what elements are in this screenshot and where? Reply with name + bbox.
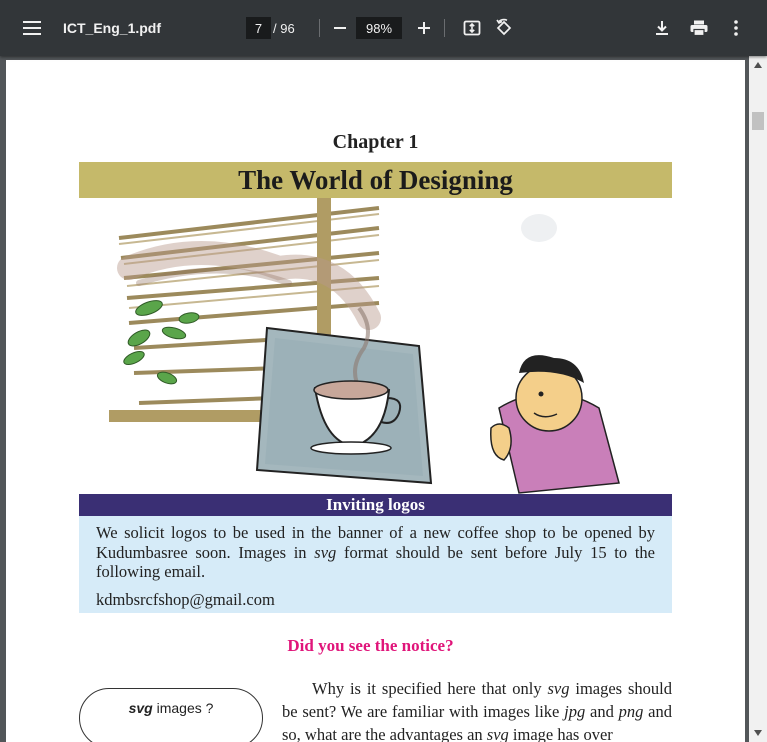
- body-paragraph: Why is it specified here that only svg i…: [282, 677, 672, 742]
- rotate-icon: [496, 18, 512, 36]
- notice-box: We solicit logos to be used in the banne…: [79, 516, 672, 613]
- rotate-button[interactable]: [490, 0, 518, 56]
- more-vertical-icon: [734, 20, 738, 36]
- section-question: Did you see the notice?: [287, 636, 454, 655]
- toolbar-divider: [319, 19, 320, 37]
- scroll-down-button[interactable]: [749, 726, 767, 740]
- scrollbar-thumb[interactable]: [752, 112, 764, 130]
- page-total: / 96: [273, 20, 295, 36]
- download-button[interactable]: [648, 0, 676, 56]
- download-icon: [656, 21, 668, 35]
- print-button[interactable]: [685, 0, 713, 56]
- coffee-illustration: [79, 198, 672, 494]
- menu-icon: [23, 21, 41, 35]
- zoom-in-button[interactable]: [410, 0, 438, 56]
- minus-icon: [334, 27, 346, 29]
- notice-heading: Inviting logos: [79, 494, 672, 516]
- paragraph-text: and: [585, 702, 619, 721]
- paragraph-text: Why is it specified here that only: [312, 679, 548, 698]
- pdf-toolbar: ICT_Eng_1.pdf / 96: [0, 0, 767, 56]
- menu-button[interactable]: [14, 0, 50, 56]
- scroll-up-button[interactable]: [749, 58, 767, 72]
- paragraph-emphasis: svg: [547, 679, 570, 698]
- plus-icon: [418, 22, 430, 34]
- paragraph-emphasis: png: [618, 702, 644, 721]
- print-icon: [690, 20, 708, 36]
- page-number-input[interactable]: [246, 17, 271, 39]
- triangle-down-icon: [754, 730, 762, 736]
- vertical-scrollbar[interactable]: [749, 56, 767, 742]
- notice-email: kdmbsrcfshop@gmail.com: [96, 589, 275, 609]
- fit-page-icon: [463, 20, 481, 36]
- zoom-input[interactable]: [356, 17, 402, 39]
- bubble-text: images ?: [152, 700, 214, 716]
- toolbar-divider: [444, 19, 445, 37]
- more-actions-button[interactable]: [722, 0, 750, 56]
- document-title: ICT_Eng_1.pdf: [63, 20, 162, 36]
- pdf-page: Chapter 1 The World of Designing Invitin…: [6, 60, 745, 742]
- triangle-up-icon: [754, 62, 762, 68]
- bubble-emphasis: svg: [128, 700, 153, 716]
- fit-page-button[interactable]: [458, 0, 486, 56]
- thought-bubble: svg images ?: [79, 688, 263, 742]
- chapter-title: The World of Designing: [79, 162, 672, 198]
- paragraph-emphasis: svg: [486, 725, 509, 742]
- zoom-out-button[interactable]: [326, 0, 354, 56]
- chapter-label: Chapter 1: [332, 131, 419, 153]
- notice-text-emphasis: svg: [314, 542, 337, 562]
- paragraph-emphasis: jpg: [564, 702, 586, 721]
- paragraph-text: image has over: [508, 725, 613, 742]
- notice-text: We solicit logos to be used in the banne…: [96, 523, 655, 582]
